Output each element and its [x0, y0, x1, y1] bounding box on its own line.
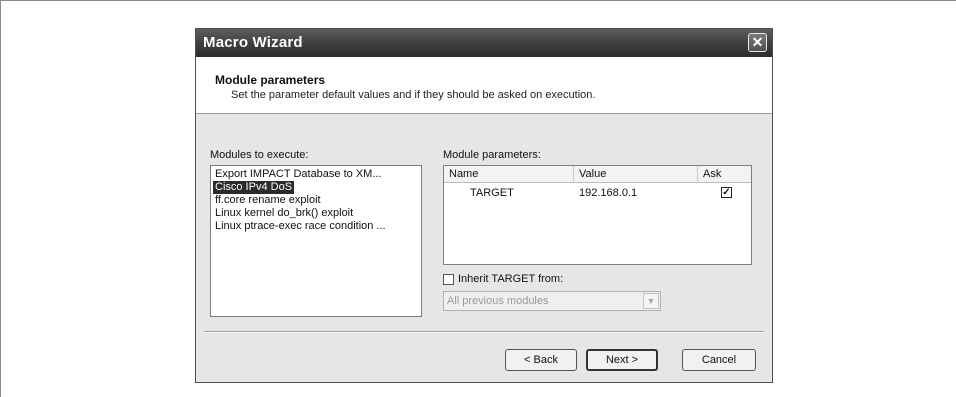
param-name-cell: TARGET: [470, 187, 514, 199]
grid-header: Name Value Ask: [444, 166, 751, 183]
inherit-label: Inherit TARGET from:: [458, 273, 564, 285]
close-button[interactable]: ✕: [748, 33, 767, 52]
next-button[interactable]: Next >: [586, 349, 658, 371]
checkmark-icon: ✓: [722, 187, 731, 198]
title-bar[interactable]: Macro Wizard ✕: [196, 29, 772, 57]
list-item[interactable]: ff.core rename exploit: [213, 194, 323, 207]
column-header-name[interactable]: Name: [444, 166, 574, 182]
list-item-selected[interactable]: Cisco IPv4 DoS: [213, 181, 295, 194]
header-subtitle: Set the parameter default values and if …: [231, 89, 596, 101]
cancel-button[interactable]: Cancel: [682, 349, 756, 371]
back-button[interactable]: < Back: [505, 349, 577, 371]
chevron-down-icon[interactable]: ▼: [643, 293, 659, 309]
wizard-header: Module parameters Set the parameter defa…: [196, 57, 772, 114]
parameters-label: Module parameters:: [443, 149, 541, 161]
close-icon: ✕: [751, 34, 764, 50]
combo-value: All previous modules: [447, 295, 549, 307]
modules-label: Modules to execute:: [210, 149, 309, 161]
list-item[interactable]: Linux kernel do_brk() exploit: [213, 207, 355, 220]
footer-divider: [204, 331, 764, 333]
modules-listbox[interactable]: Export IMPACT Database to XM... Cisco IP…: [210, 165, 422, 317]
ask-checkbox[interactable]: ✓: [721, 187, 732, 198]
column-header-value[interactable]: Value: [574, 166, 698, 182]
list-item[interactable]: Export IMPACT Database to XM...: [213, 168, 384, 181]
header-title: Module parameters: [215, 73, 326, 87]
inherit-source-combo[interactable]: All previous modules ▼: [443, 291, 661, 311]
param-value-cell[interactable]: 192.168.0.1: [579, 186, 637, 200]
inherit-checkbox[interactable]: [443, 274, 454, 285]
list-item[interactable]: Linux ptrace-exec race condition ...: [213, 220, 388, 233]
window-title: Macro Wizard: [203, 34, 303, 51]
column-header-ask[interactable]: Ask: [698, 166, 751, 182]
macro-wizard-dialog: Macro Wizard ✕ Module parameters Set the…: [195, 28, 773, 383]
parameters-grid[interactable]: Name Value Ask TARGET 192.168.0.1 ✓: [443, 165, 752, 265]
